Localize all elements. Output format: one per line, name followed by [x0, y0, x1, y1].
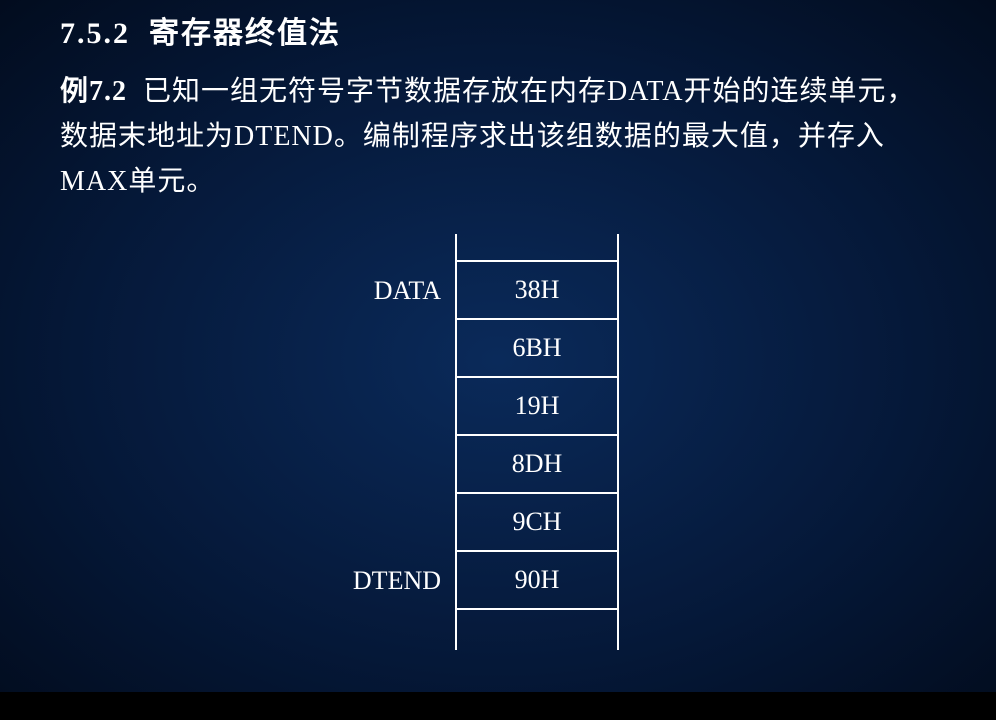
memory-cell: 19H	[457, 378, 617, 436]
example-label: 例7.2	[60, 76, 127, 107]
memory-cell: 38H	[457, 262, 617, 320]
cell-spacer-top	[457, 234, 617, 262]
slide-content: 7.5.2 寄存器终值法 例7.2 已知一组无符号字节数据存放在内存DATA开始…	[0, 0, 996, 650]
memory-cell: 90H	[457, 552, 617, 610]
memory-cell: 8DH	[457, 436, 617, 494]
section-title-text: 寄存器终值法	[149, 17, 341, 50]
memory-cells-column: 38H 6BH 19H 8DH 9CH 90H	[455, 234, 619, 650]
label-spacer	[337, 234, 447, 262]
memory-labels-column: DATA DTEND	[337, 234, 447, 610]
memory-diagram: DATA DTEND 38H 6BH 19H 8DH 9CH 90H	[20, 234, 936, 650]
diagram-inner: DATA DTEND 38H 6BH 19H 8DH 9CH 90H	[337, 234, 619, 650]
memory-cell: 6BH	[457, 320, 617, 378]
memory-label-empty	[337, 378, 447, 436]
example-text-block: 例7.2 已知一组无符号字节数据存放在内存DATA开始的连续单元，数据末地址为D…	[60, 70, 936, 204]
cell-spacer-bottom	[457, 610, 617, 650]
memory-label-empty	[337, 494, 447, 552]
section-title: 7.5.2 寄存器终值法	[60, 8, 936, 52]
section-number: 7.5.2	[60, 17, 130, 50]
bottom-bar	[0, 692, 996, 720]
memory-label-empty	[337, 436, 447, 494]
memory-label-end: DTEND	[337, 552, 447, 610]
memory-label-start: DATA	[337, 262, 447, 320]
example-description: 已知一组无符号字节数据存放在内存DATA开始的连续单元，数据末地址为DTEND。…	[60, 76, 915, 197]
memory-label-empty	[337, 320, 447, 378]
memory-cell: 9CH	[457, 494, 617, 552]
